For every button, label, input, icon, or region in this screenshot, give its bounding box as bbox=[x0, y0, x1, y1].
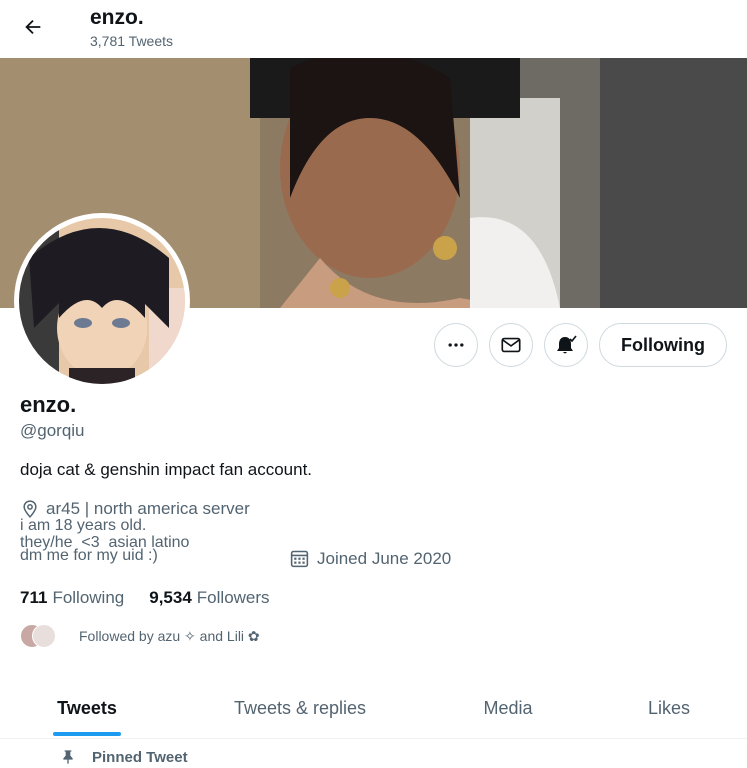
profile-display-name: enzo. bbox=[20, 392, 77, 417]
followers-count: 9,534 bbox=[149, 588, 192, 607]
profile-tabs: Tweets Tweets & replies Media Likes bbox=[0, 678, 747, 739]
following-label: Following bbox=[52, 588, 125, 607]
tab-tweets[interactable]: Tweets bbox=[20, 678, 154, 738]
message-button[interactable] bbox=[489, 323, 533, 367]
more-button[interactable] bbox=[434, 323, 478, 367]
tab-likes[interactable]: Likes bbox=[615, 678, 723, 738]
followed-by-text: Followed by azu ✧ and Lili ✿ bbox=[79, 627, 260, 644]
envelope-icon bbox=[501, 337, 521, 353]
more-dots-icon bbox=[448, 343, 464, 347]
location-extra-lines: i am 18 years old. they/he <3 asian lati… bbox=[20, 517, 189, 564]
profile-stats: 711 Following 9,534 Followers bbox=[20, 588, 295, 608]
pin-icon bbox=[63, 750, 73, 764]
pinned-tweet-label: Pinned Tweet bbox=[60, 748, 188, 766]
header-tweet-count: 3,781 Tweets bbox=[90, 33, 174, 49]
followers-label: Followers bbox=[196, 588, 270, 607]
tab-tweets-replies[interactable]: Tweets & replies bbox=[200, 678, 400, 738]
following-button[interactable]: Following bbox=[599, 323, 727, 367]
location-text: ar45 | north america server bbox=[46, 499, 250, 518]
top-bar: enzo. 3,781 Tweets bbox=[0, 0, 747, 58]
followers-stat[interactable]: 9,534 Followers bbox=[149, 588, 269, 608]
profile-handle: @gorqiu bbox=[20, 421, 85, 440]
location-extra-line: i am 18 years old. bbox=[20, 517, 147, 534]
joined-text: Joined June 2020 bbox=[317, 548, 452, 568]
notifications-button[interactable] bbox=[544, 323, 588, 367]
avatar-image bbox=[19, 218, 185, 384]
bell-check-icon bbox=[557, 335, 577, 354]
pinned-text: Pinned Tweet bbox=[92, 748, 188, 766]
location-pin-icon bbox=[23, 500, 37, 519]
avatar bbox=[32, 624, 56, 648]
profile-bio: doja cat & genshin impact fan account. bbox=[20, 460, 313, 479]
following-stat[interactable]: 711 Following bbox=[20, 588, 124, 608]
followed-by[interactable]: Followed by azu ✧ and Lili ✿ bbox=[20, 624, 260, 648]
back-button[interactable] bbox=[18, 12, 48, 42]
location-extra-line: dm me for my uid :) bbox=[20, 547, 158, 564]
profile-joined: Joined June 2020 bbox=[289, 548, 451, 569]
profile-location: ar45 | north america server bbox=[20, 499, 250, 519]
profile-avatar[interactable] bbox=[14, 213, 190, 389]
following-count: 711 bbox=[20, 588, 48, 607]
active-tab-indicator bbox=[53, 732, 121, 736]
calendar-icon bbox=[290, 550, 309, 568]
follower-avatars bbox=[20, 624, 60, 648]
tab-media[interactable]: Media bbox=[450, 678, 566, 738]
arrow-left-icon bbox=[25, 19, 41, 35]
header-name: enzo. bbox=[90, 6, 144, 29]
